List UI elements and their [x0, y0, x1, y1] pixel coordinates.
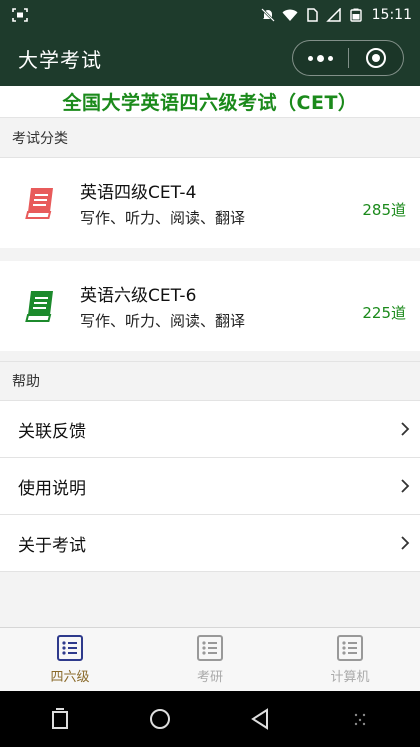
- list-icon: [337, 635, 363, 661]
- exam-banner: 全国大学英语四六级考试（CET）: [0, 86, 420, 118]
- tab-computer[interactable]: 计算机: [280, 628, 420, 691]
- tab-postgrad[interactable]: 考研: [140, 628, 280, 691]
- red-book-icon: [25, 188, 53, 219]
- bottom-tab-bar: 四六级 考研 计算机: [0, 627, 420, 691]
- exam-subtitle: 写作、听力、阅读、翻译: [80, 312, 246, 330]
- tab-label: 计算机: [330, 670, 370, 685]
- exam-title: 英语六级CET-6: [80, 286, 197, 306]
- close-ring-icon: [365, 48, 386, 68]
- menu-item-label: 关联反馈: [18, 421, 86, 442]
- nav-bar: 大学考试: [0, 30, 420, 86]
- signal-icon: [325, 8, 342, 22]
- more-button[interactable]: [293, 41, 348, 75]
- page-title: 大学考试: [18, 47, 102, 72]
- status-bar: 15:11: [0, 0, 420, 30]
- screenshot-icon: [12, 8, 28, 22]
- wifi-icon: [282, 8, 298, 22]
- question-count: 225道: [362, 303, 406, 322]
- home-circle-icon: [150, 709, 170, 729]
- dots-grid-icon: [354, 713, 366, 726]
- exam-subtitle: 写作、听力、阅读、翻译: [80, 209, 246, 227]
- system-nav-bar: [0, 691, 420, 747]
- green-book-icon: [25, 291, 53, 322]
- chevron-right-icon: [401, 422, 410, 436]
- exam-card-cet6[interactable]: 英语六级CET-6 写作、听力、阅读、翻译 225道: [0, 261, 420, 351]
- sim-card-icon: [304, 8, 320, 22]
- mute-bell-icon: [260, 8, 276, 22]
- battery-icon: [348, 8, 364, 22]
- recent-apps-button[interactable]: [40, 699, 80, 739]
- help-section-label: 帮助: [0, 361, 420, 401]
- list-icon: [197, 635, 223, 661]
- exam-card-cet4[interactable]: 英语四级CET-4 写作、听力、阅读、翻译 285道: [0, 158, 420, 248]
- menu-item-instructions[interactable]: 使用说明: [0, 458, 420, 515]
- chevron-right-icon: [401, 536, 410, 550]
- menu-item-about-exam[interactable]: 关于考试: [0, 515, 420, 572]
- tab-cet[interactable]: 四六级: [0, 628, 140, 691]
- tab-label: 四六级: [50, 670, 90, 685]
- status-time: 15:11: [371, 7, 412, 23]
- list-icon: [57, 635, 83, 661]
- menu-item-feedback[interactable]: 关联反馈: [0, 401, 420, 458]
- chevron-right-icon: [401, 479, 410, 493]
- tab-label: 考研: [196, 670, 223, 685]
- mini-program-capsule: [292, 40, 404, 76]
- menu-item-label: 关于考试: [18, 535, 86, 556]
- card-spacer: [0, 248, 420, 261]
- home-button[interactable]: [140, 699, 180, 739]
- main-content: 全国大学英语四六级考试（CET） 考试分类 英语四级CET-4 写作、听力、阅读…: [0, 86, 420, 627]
- screen: 15:11 大学考试 全国大学英语四六级考试（CET） 考试分类 英语四级CET…: [0, 0, 420, 747]
- recent-apps-icon: [52, 708, 68, 729]
- menu-item-label: 使用说明: [18, 478, 86, 499]
- more-dots-icon: [307, 54, 333, 62]
- back-triangle-icon: [251, 708, 268, 730]
- exam-title: 英语四级CET-4: [80, 183, 197, 203]
- category-section-label: 考试分类: [0, 118, 420, 158]
- back-button[interactable]: [240, 699, 280, 739]
- close-mini-program-button[interactable]: [348, 41, 403, 75]
- extra-nav-button[interactable]: [340, 699, 380, 739]
- question-count: 285道: [362, 200, 406, 219]
